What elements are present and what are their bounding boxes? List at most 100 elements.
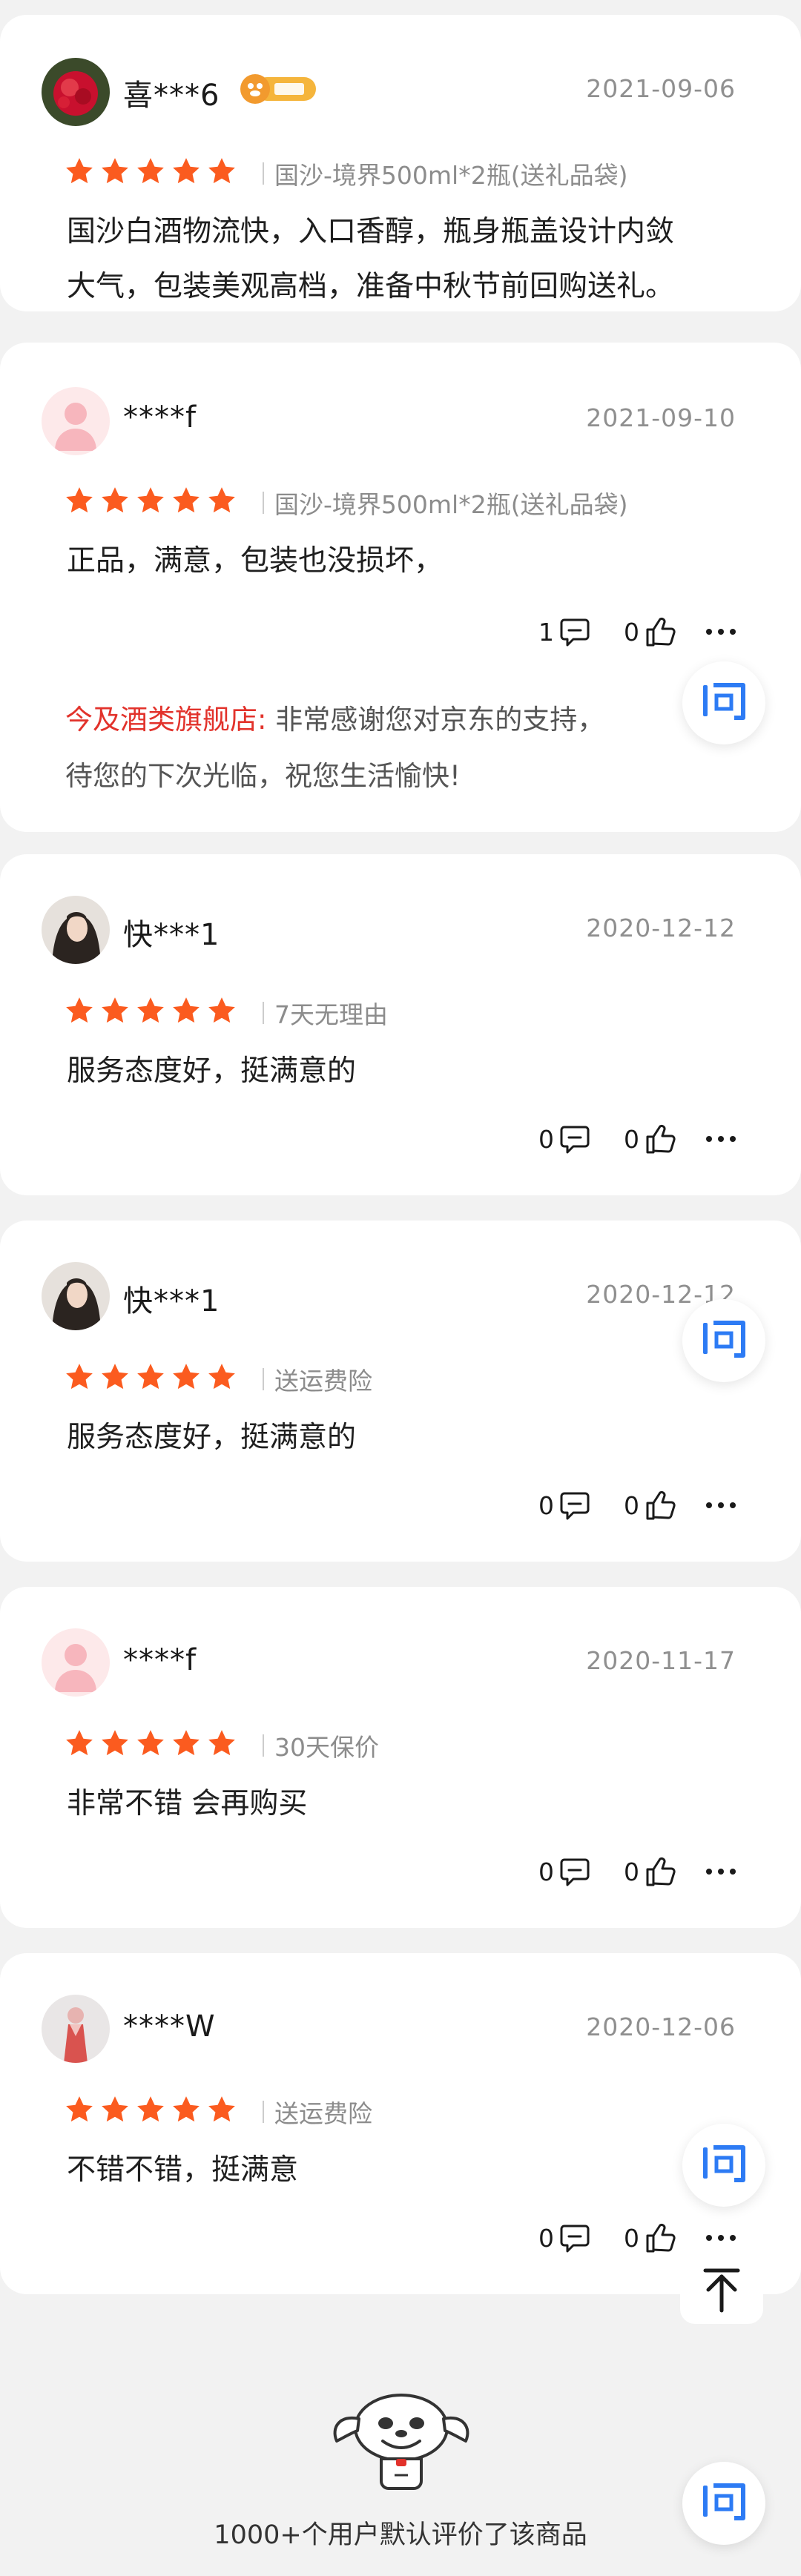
star-rating [64, 485, 237, 516]
default-rating-summary: 1000+个用户默认评价了该商品 [214, 2520, 587, 2550]
star-icon [102, 1364, 128, 1390]
product-spec: 国沙-境界500ml*2瓶(送礼品袋) [262, 156, 627, 191]
comment-button[interactable]: 1 [538, 615, 591, 648]
star-icon [173, 487, 200, 513]
like-button[interactable]: 0 [624, 1855, 676, 1888]
username: ****W [123, 2009, 216, 2044]
more-dots-icon[interactable] [706, 1502, 736, 1508]
review-card: 喜***6 2021-09-06 国沙-境界500ml*2瓶(送礼品袋) 国沙白… [0, 15, 801, 311]
username: ****f [123, 1643, 197, 1677]
plus-member-badge-icon [240, 74, 316, 104]
like-count: 0 [624, 1857, 639, 1886]
star-icon [66, 1364, 93, 1390]
reply-text: 非常感谢您对京东的支持， [266, 704, 605, 736]
like-button[interactable]: 0 [624, 1489, 676, 1522]
thumb-up-icon [646, 1490, 676, 1520]
star-icon [208, 997, 235, 1023]
back-to-top-button[interactable] [680, 2250, 763, 2324]
like-count: 0 [624, 617, 639, 647]
review-date: 2021-09-06 [586, 74, 736, 103]
more-dots-icon[interactable] [706, 2235, 736, 2241]
ask-icon [703, 1321, 745, 1358]
thumb-up-icon [646, 617, 676, 647]
more-dots-icon[interactable] [706, 1136, 736, 1142]
username: ****f [123, 400, 197, 435]
star-icon [208, 1730, 235, 1756]
username: 快***1 [123, 918, 220, 952]
like-button[interactable]: 0 [624, 2222, 676, 2254]
ask-icon [703, 683, 745, 720]
star-icon [208, 1364, 235, 1390]
avatar[interactable] [42, 1995, 110, 2063]
star-icon [66, 997, 93, 1023]
star-icon [137, 158, 164, 184]
star-icon [137, 1730, 164, 1756]
star-icon [66, 2096, 93, 2122]
ask-button[interactable] [682, 1299, 765, 1382]
username: 喜***6 [123, 79, 220, 113]
back-to-top-icon [703, 2268, 740, 2313]
review-text-line: 服务态度好，挺满意的 [67, 1054, 357, 1088]
avatar[interactable] [42, 58, 110, 126]
review-date: 2020-11-17 [586, 1646, 736, 1675]
star-icon [208, 158, 235, 184]
star-icon [173, 1730, 200, 1756]
comment-button[interactable]: 0 [538, 2222, 591, 2254]
like-count: 0 [624, 1124, 639, 1154]
username: 快***1 [123, 1284, 220, 1318]
comment-count: 1 [538, 617, 554, 647]
review-text-line: 大气，包装美观高档，准备中秋节前回购送礼。 [67, 270, 675, 303]
more-dots-icon[interactable] [706, 1869, 736, 1875]
comment-count: 0 [538, 2223, 554, 2253]
jd-dog-mascot-icon [333, 2394, 469, 2490]
comment-button[interactable]: 0 [538, 1855, 591, 1888]
avatar[interactable] [42, 1628, 110, 1697]
star-icon [66, 1730, 93, 1756]
star-icon [137, 997, 164, 1023]
like-button[interactable]: 0 [624, 615, 676, 648]
comment-button[interactable]: 0 [538, 1489, 591, 1522]
avatar[interactable] [42, 896, 110, 964]
star-icon [102, 997, 128, 1023]
product-spec: 7天无理由 [263, 995, 388, 1031]
thumb-up-icon [646, 2223, 676, 2253]
comment-count: 0 [538, 1124, 554, 1154]
review-text-line: 国沙白酒物流快，入口香醇，瓶身瓶盖设计内敛 [67, 215, 675, 248]
review-text-line: 非常不错 会再购买 [67, 1787, 308, 1820]
avatar[interactable] [42, 1262, 110, 1330]
review-card: ****f 2020-11-17 30天保价 非常不错 会再购买 0 0 [0, 1587, 801, 1928]
review-date: 2020-12-06 [586, 2012, 736, 2041]
like-button[interactable]: 0 [624, 1123, 676, 1155]
comment-bubble-icon [560, 1858, 590, 1886]
review-card: 快***1 2020-12-12 7天无理由 服务态度好，挺满意的 0 0 [0, 854, 801, 1195]
comment-button[interactable]: 0 [538, 1123, 591, 1155]
star-icon [173, 1364, 200, 1390]
review-date: 2020-12-12 [586, 914, 736, 942]
star-rating [64, 1361, 237, 1393]
avatar[interactable] [42, 387, 110, 455]
ask-button[interactable] [682, 661, 765, 744]
ask-icon [703, 2145, 745, 2182]
star-icon [102, 1730, 128, 1756]
review-card: ****f 2021-09-10 国沙-境界500ml*2瓶(送礼品袋) 正品，… [0, 343, 801, 832]
review-text-line: 正品，满意，包装也没损坏， [67, 544, 444, 578]
star-icon [208, 487, 235, 513]
like-count: 0 [624, 1490, 639, 1520]
star-icon [173, 997, 200, 1023]
comment-bubble-icon [560, 1126, 590, 1154]
comment-bubble-icon [560, 618, 590, 647]
product-spec: 送运费险 [263, 1361, 372, 1397]
product-spec: 国沙-境界500ml*2瓶(送礼品袋) [262, 485, 627, 521]
seller-reply: 今及酒类旗舰店: 非常感谢您对京东的支持， [65, 693, 688, 747]
product-spec: 30天保价 [263, 1728, 379, 1763]
star-icon [66, 158, 93, 184]
thumb-up-icon [646, 1857, 676, 1886]
more-dots-icon[interactable] [706, 629, 736, 635]
reply-shop-name: 今及酒类旗舰店: [65, 704, 267, 736]
review-date: 2021-09-10 [586, 403, 736, 432]
ask-button[interactable] [682, 2124, 765, 2207]
star-rating [64, 995, 237, 1026]
thumb-up-icon [646, 1124, 676, 1154]
review-card: 快***1 2020-12-12 送运费险 服务态度好，挺满意的 0 0 [0, 1221, 801, 1562]
star-icon [137, 2096, 164, 2122]
